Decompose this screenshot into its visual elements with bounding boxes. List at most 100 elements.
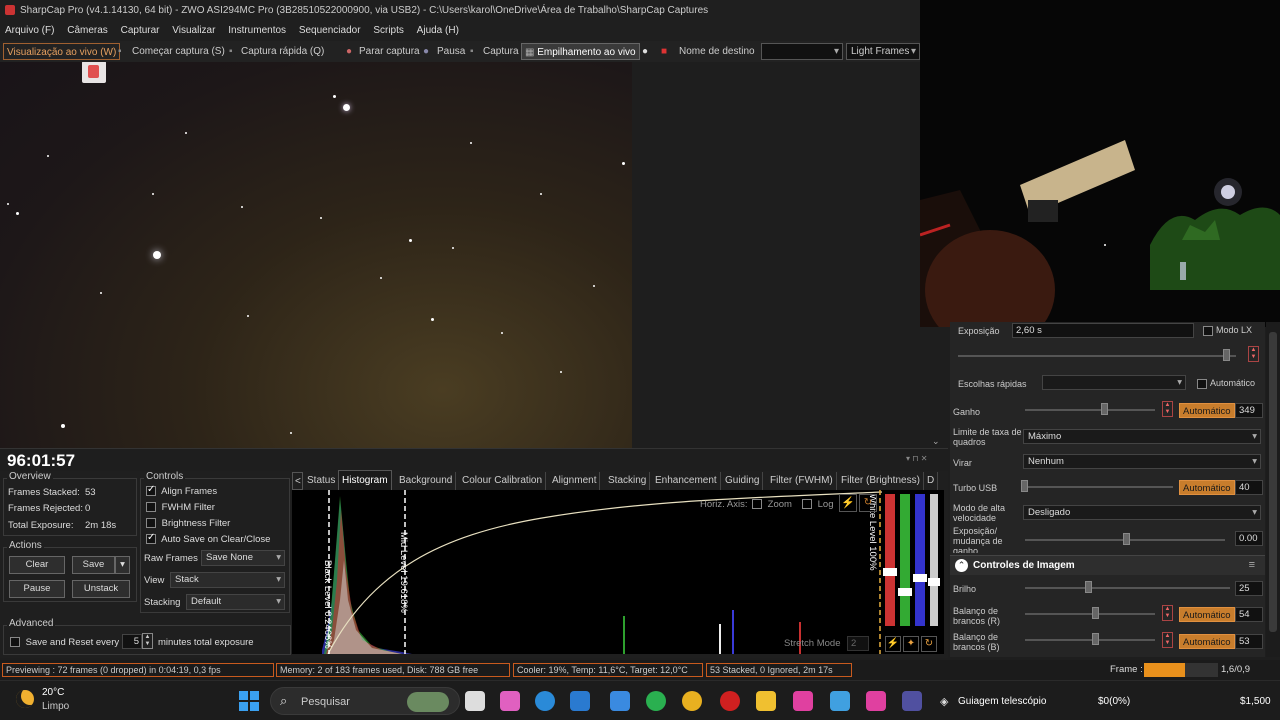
chrome-icon[interactable] (682, 691, 702, 711)
wb-red-auto-button[interactable]: Automático (1179, 607, 1235, 622)
tab-filter-brightness[interactable]: Filter (Brightness) (838, 472, 924, 490)
exposure-slider-thumb[interactable] (1223, 349, 1230, 361)
luminance-stretch-thumb[interactable] (928, 578, 940, 586)
gain-auto-button[interactable]: Automático (1179, 403, 1235, 418)
tab-enhancement[interactable]: Enhancement (652, 472, 721, 490)
tab-histogram[interactable]: Histogram (338, 470, 392, 490)
blue-stretch-thumb[interactable] (913, 574, 927, 582)
wb-blue-slider[interactable] (1025, 639, 1155, 641)
start-capture-button[interactable]: Começar captura (S) (132, 43, 225, 60)
refresh-icon[interactable]: ↻ (921, 636, 937, 652)
target-name-combo[interactable] (761, 43, 843, 60)
brightness-filter-checkbox[interactable]: Brightness Filter (146, 518, 230, 529)
exposure-value[interactable]: 2,60 s (1012, 323, 1194, 338)
wb-red-slider[interactable] (1025, 613, 1155, 615)
exposure-spinner[interactable]: ▲ ▼ (1248, 346, 1259, 362)
tab-guiding[interactable]: Guiding (722, 472, 764, 490)
tab-filter-fwhm[interactable]: Filter (FWHM) (767, 472, 837, 490)
menu-cameras[interactable]: Câmeras (62, 21, 113, 41)
wb-blue-spinner[interactable]: ▲ ▼ (1162, 632, 1173, 648)
usb-turbo-slider[interactable] (1025, 486, 1173, 488)
clear-button[interactable]: Clear (9, 556, 65, 574)
usb-auto-button[interactable]: Automático (1179, 480, 1235, 495)
usb-turbo-value[interactable]: 40 (1235, 480, 1263, 495)
onenote-icon[interactable] (793, 691, 813, 711)
capture-button[interactable]: Captura (483, 43, 519, 60)
gain-slider[interactable] (1025, 409, 1155, 411)
tab-stacking[interactable]: Stacking (605, 472, 651, 490)
image-controls-header[interactable]: ⌃ Controles de Imagem ≡ (950, 555, 1265, 575)
opera-icon[interactable] (720, 691, 740, 711)
live-stack-button[interactable]: ▦ Empilhamento ao vivo (521, 43, 640, 60)
blue-stretch-bar[interactable] (915, 494, 925, 626)
histogram-chart[interactable]: Black Level 0.2466% Mid Level 19.618% Wh… (292, 490, 944, 654)
tab-d[interactable]: D (924, 472, 939, 490)
wb-blue-slider-thumb[interactable] (1092, 633, 1099, 645)
zoom-checkbox[interactable]: Zoom (752, 499, 792, 510)
high-speed-combo[interactable]: Desligado (1023, 505, 1261, 520)
exposure-slider[interactable] (958, 355, 1236, 357)
save-button[interactable]: Save (72, 556, 115, 574)
wb-red-value[interactable]: 54 (1235, 607, 1263, 622)
fwhm-filter-checkbox[interactable]: FWHM Filter (146, 502, 215, 513)
brightness-slider-thumb[interactable] (1085, 581, 1092, 593)
red-stretch-thumb[interactable] (883, 568, 897, 576)
tab-background[interactable]: Background (396, 472, 457, 490)
save-reset-minutes[interactable]: 5 (122, 634, 142, 649)
sharpcap-taskbar-icon[interactable] (902, 691, 922, 711)
wb-blue-auto-button[interactable]: Automático (1179, 634, 1235, 649)
live-view-button[interactable]: Visualização ao vivo (W) (3, 43, 121, 60)
reset-stretch-icon[interactable]: ↻ (859, 494, 877, 512)
gain-slider-thumb[interactable] (1101, 403, 1108, 415)
flip-combo[interactable]: Nenhum (1023, 454, 1261, 469)
collapse-icon[interactable]: ⌃ (955, 559, 968, 572)
dock-buttons[interactable]: ▾ ⊓ ✕ (906, 454, 927, 463)
menu-sequenciador[interactable]: Sequenciador (294, 21, 366, 41)
menu-arquivo[interactable]: Arquivo (F) (0, 21, 59, 41)
brightness-value[interactable]: 25 (1235, 581, 1263, 596)
copilot-icon[interactable] (500, 691, 520, 711)
frame-type-combo[interactable]: Light Frames (846, 43, 920, 60)
wb-red-slider-thumb[interactable] (1092, 607, 1099, 619)
menu-instrumentos[interactable]: Instrumentos (223, 21, 291, 41)
stacking-mode-select[interactable]: Default (186, 594, 285, 610)
store-icon[interactable] (570, 691, 590, 711)
file-explorer-icon[interactable] (756, 691, 776, 711)
gain-spinner[interactable]: ▲ ▼ (1162, 401, 1173, 417)
sparkle-icon[interactable]: ✦ (903, 636, 919, 652)
menu-icon[interactable]: ≡ (1249, 559, 1255, 571)
save-reset-spinner[interactable]: ▲ ▼ (142, 633, 153, 649)
frame-rate-combo[interactable]: Máximo (1023, 429, 1261, 444)
view-select[interactable]: Stack (170, 572, 285, 588)
exp-gain-value[interactable]: 0.00 (1235, 531, 1263, 546)
pause-stack-button[interactable]: Pause (9, 580, 65, 598)
log-checkbox[interactable]: Log (802, 499, 834, 510)
scrollbar-thumb[interactable] (1269, 332, 1277, 632)
guiding-app-label[interactable]: Guiagem telescópio (958, 696, 1046, 707)
unstack-button[interactable]: Unstack (72, 580, 130, 598)
menu-ajuda[interactable]: Ajuda (H) (412, 21, 464, 41)
app-icon-2[interactable] (830, 691, 850, 711)
exp-gain-slider-thumb[interactable] (1123, 533, 1130, 545)
tab-colour-calibration[interactable]: Colour Calibration (459, 472, 547, 490)
usb-turbo-slider-thumb[interactable] (1021, 480, 1028, 492)
tab-alignment[interactable]: Alignment (549, 472, 601, 490)
auto-save-checkbox[interactable]: Auto Save on Clear/Close (146, 532, 270, 545)
quick-picks-combo[interactable] (1042, 375, 1186, 390)
taskbar-search[interactable]: ⌕ Pesquisar (270, 687, 460, 715)
save-reset-checkbox[interactable]: Save and Reset every (10, 637, 119, 648)
weather-condition[interactable]: Limpo (42, 701, 69, 712)
live-preview-image[interactable] (0, 62, 632, 448)
quick-capture-button[interactable]: Captura rápida (Q) (241, 43, 324, 60)
quick-picks-auto-checkbox[interactable]: Automático (1197, 378, 1255, 389)
raw-frames-select[interactable]: Save None (201, 550, 285, 566)
luminance-stretch-bar[interactable] (930, 494, 938, 626)
auto-stretch-icon[interactable]: ⚡ (839, 494, 857, 512)
whatsapp-icon[interactable] (646, 691, 666, 711)
app-icon-3[interactable] (866, 691, 886, 711)
save-dropdown-icon[interactable]: ▾ (115, 556, 130, 574)
green-stretch-thumb[interactable] (898, 588, 912, 596)
red-stretch-bar[interactable] (885, 494, 895, 626)
guiding-app-icon[interactable]: ◈ (940, 695, 948, 708)
wb-red-spinner[interactable]: ▲ ▼ (1162, 605, 1173, 621)
